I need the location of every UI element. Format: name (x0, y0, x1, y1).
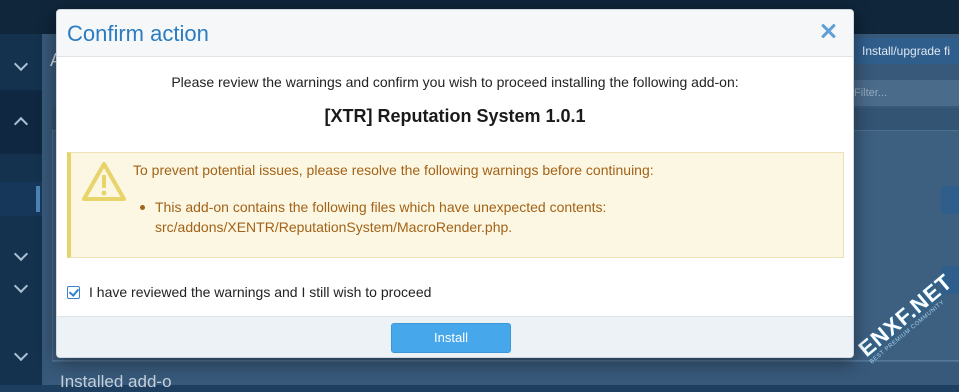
bullet-icon (140, 205, 145, 210)
section-heading: Installed add-o (60, 372, 172, 391)
confirm-checkbox-row[interactable]: I have reviewed the warnings and I still… (67, 284, 431, 300)
filter-input[interactable]: Filter... (848, 80, 959, 106)
chevron-up-icon (13, 116, 29, 132)
dialog-intro-text: Please review the warnings and confirm y… (171, 74, 739, 90)
sidebar-section-toggle[interactable] (0, 324, 42, 388)
install-button[interactable]: Install (391, 323, 511, 353)
warning-item-text: This add-on contains the following files… (155, 199, 607, 215)
warning-lead-text: To prevent potential issues, please reso… (133, 162, 654, 178)
sidebar-subitem-active[interactable] (0, 182, 42, 216)
chevron-down-icon (13, 56, 29, 72)
sidebar-section-toggle[interactable] (0, 256, 42, 320)
sidebar-section-toggle[interactable] (0, 90, 42, 154)
divider (52, 360, 959, 361)
dialog-header: Confirm action (57, 10, 853, 57)
row-action-button[interactable] (941, 186, 959, 214)
active-indicator (36, 186, 40, 212)
confirm-checkbox-label[interactable]: I have reviewed the warnings and I still… (89, 284, 431, 300)
confirm-checkbox[interactable] (67, 285, 80, 299)
warning-box: To prevent potential issues, please reso… (67, 152, 844, 258)
chevron-down-icon (13, 346, 29, 362)
warning-item-path: src/addons/XENTR/ReputationSystem/MacroR… (155, 219, 513, 235)
warning-triangle-icon (82, 162, 126, 201)
warning-list: This add-on contains the following files… (140, 197, 607, 237)
sidebar-section-toggle[interactable] (0, 34, 42, 98)
dialog-title: Confirm action (67, 21, 209, 46)
addon-name: [XTR] Reputation System 1.0.1 (324, 106, 586, 126)
install-upgrade-button[interactable]: Install/upgrade fi (852, 38, 959, 64)
close-icon[interactable] (819, 22, 837, 40)
dialog-footer: Install (57, 316, 853, 357)
warning-list-item: This add-on contains the following files… (140, 197, 607, 237)
sidebar (0, 34, 42, 385)
chevron-down-icon (13, 278, 29, 294)
confirm-dialog: Confirm action Please review the warning… (56, 9, 854, 358)
